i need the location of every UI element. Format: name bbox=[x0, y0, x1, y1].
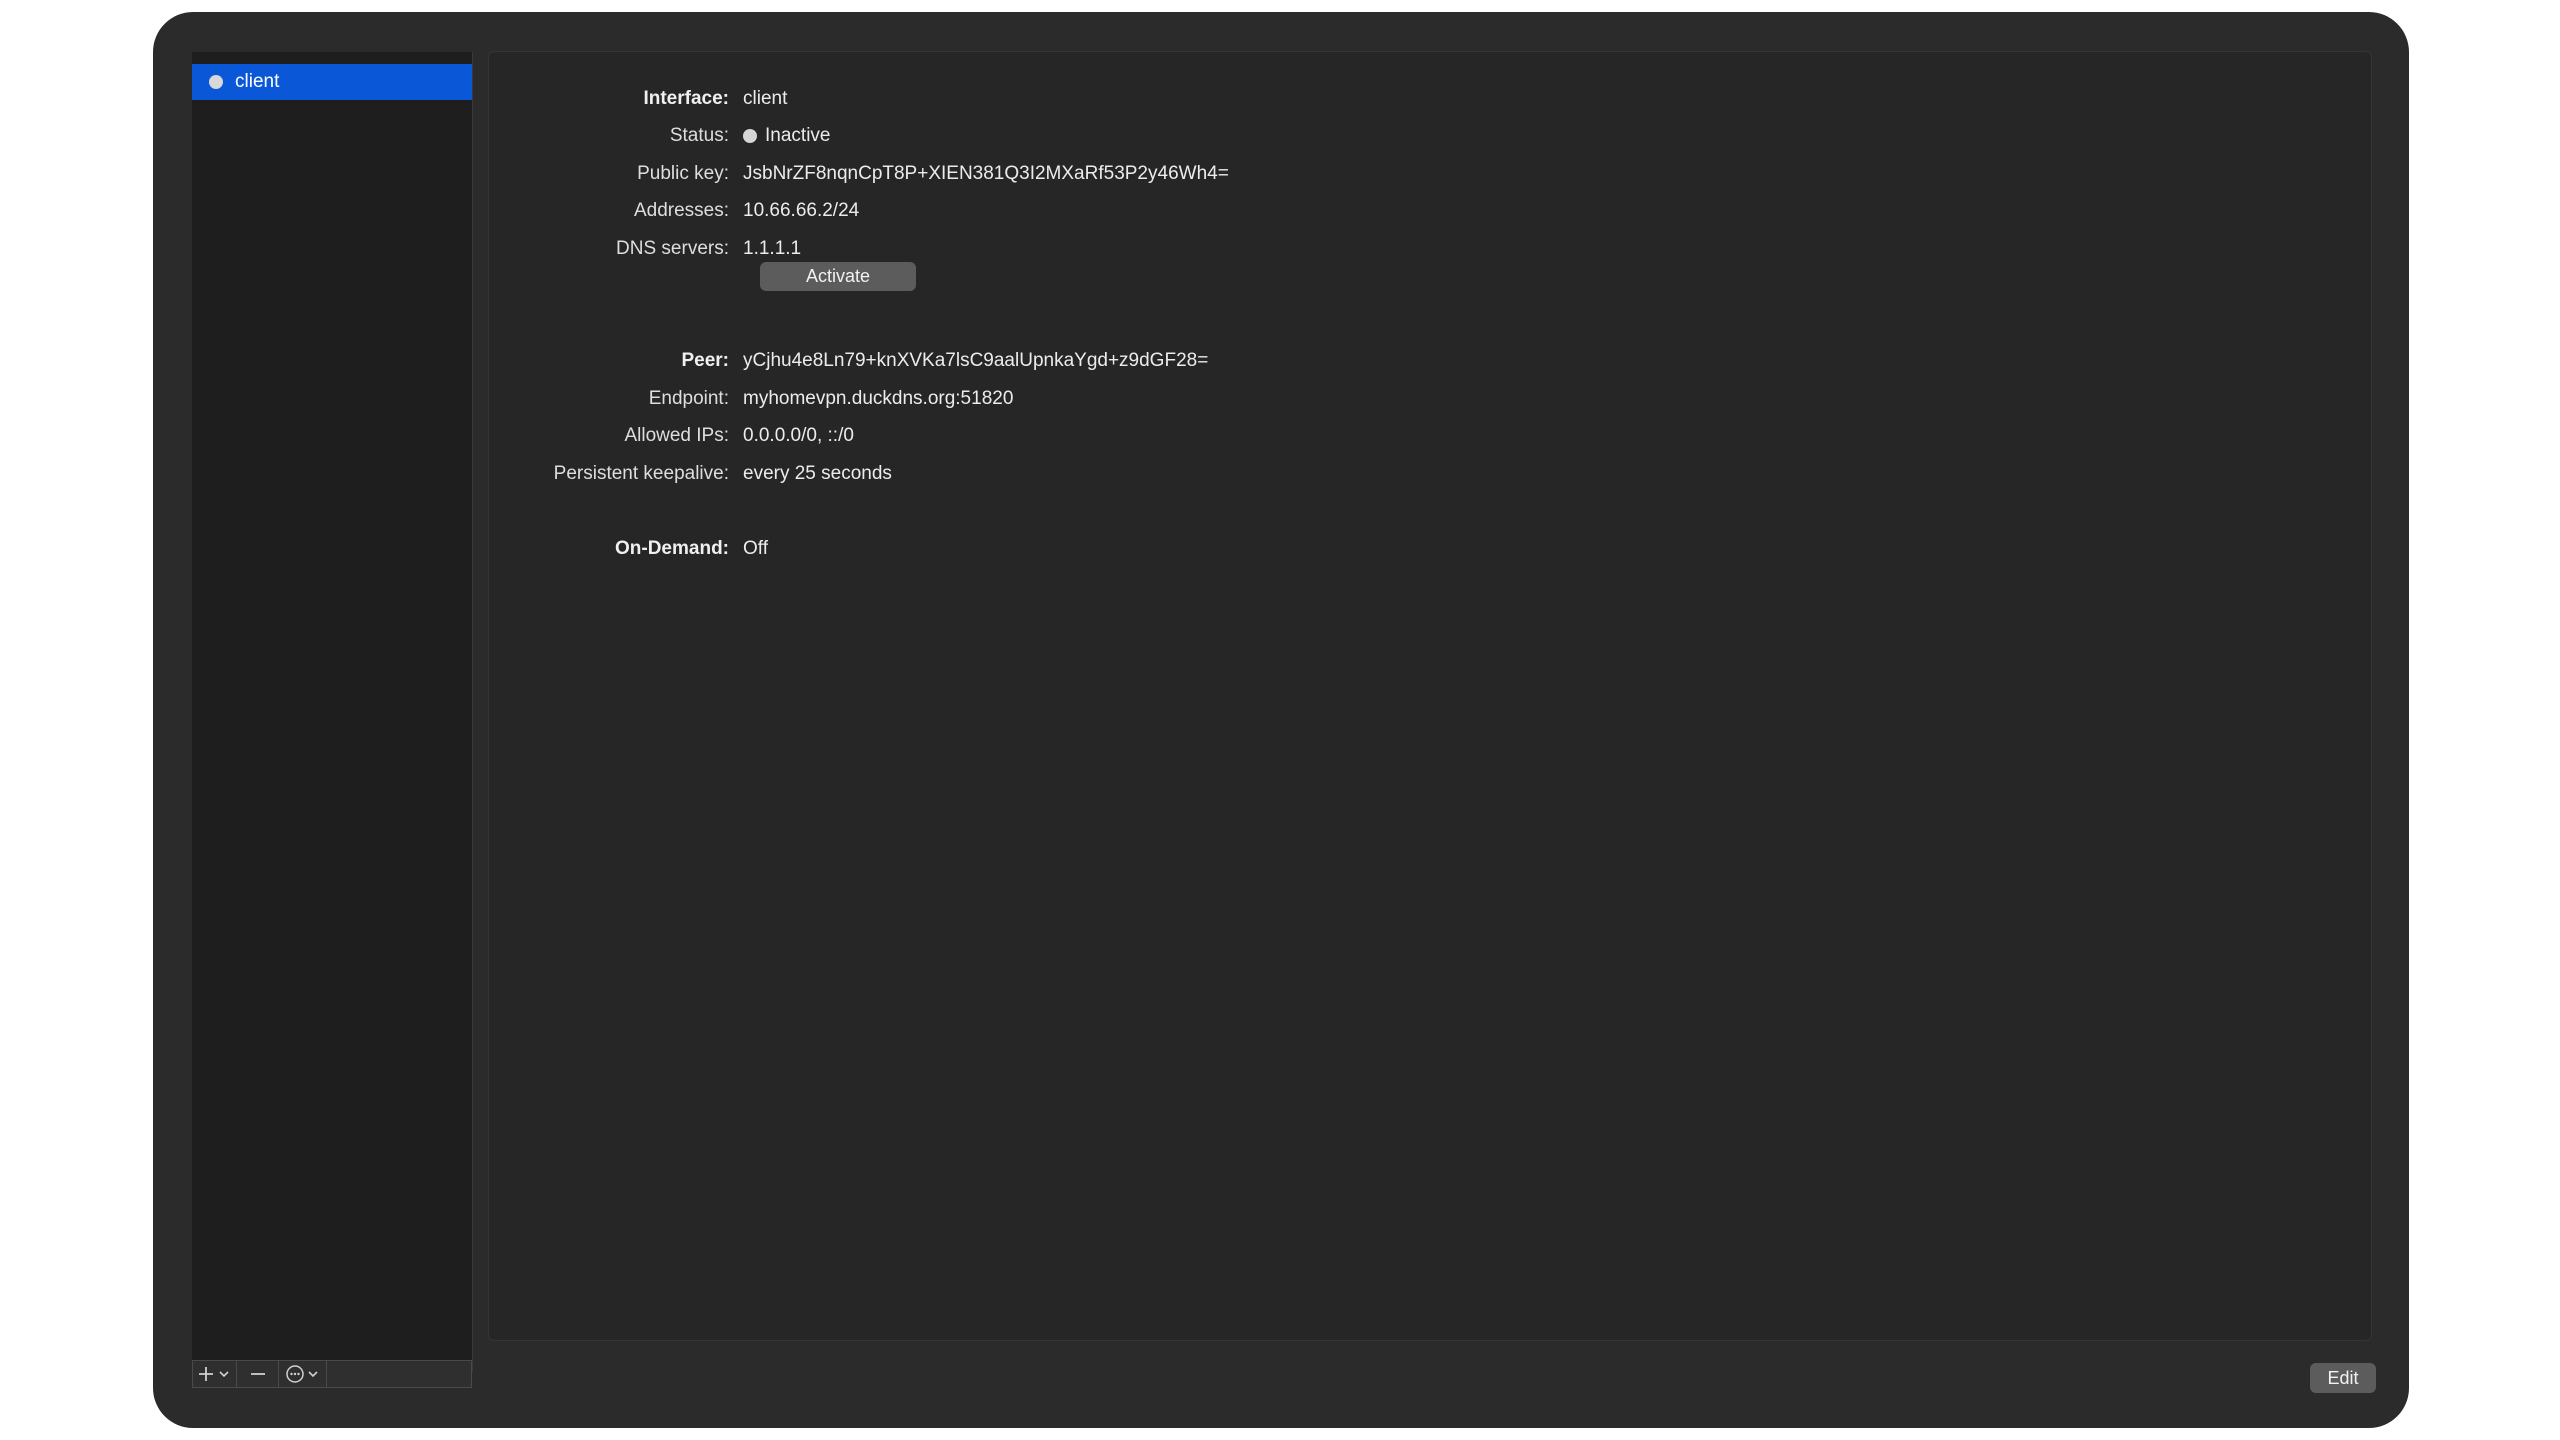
remove-tunnel-button[interactable] bbox=[237, 1360, 279, 1388]
keepalive-row: Persistent keepalive: every 25 seconds bbox=[489, 461, 892, 487]
endpoint-value: myhomevpn.duckdns.org:51820 bbox=[743, 388, 1014, 409]
activate-button[interactable]: Activate bbox=[760, 262, 916, 291]
status-value: Inactive bbox=[765, 125, 831, 146]
public-key-value: JsbNrZF8nqnCpT8P+XIEN381Q3I2MXaRf53P2y46… bbox=[743, 163, 1229, 184]
interface-row: Interface: client bbox=[489, 86, 787, 112]
peer-label: Peer: bbox=[681, 350, 729, 371]
interface-label: Interface: bbox=[643, 88, 729, 109]
status-row: Status: Inactive bbox=[489, 123, 831, 149]
addresses-label: Addresses: bbox=[633, 200, 729, 221]
addresses-value: 10.66.66.2/24 bbox=[743, 200, 860, 221]
status-value-wrap: Inactive bbox=[743, 125, 830, 147]
app-window: client Interface: client Status: Inactiv… bbox=[153, 12, 2409, 1428]
peer-value: yCjhu4e8Ln79+knXVKa7lsC9aalUpnkaYgd+z9dG… bbox=[743, 350, 1209, 371]
endpoint-label: Endpoint: bbox=[648, 388, 729, 409]
sidebar-toolbar bbox=[192, 1360, 472, 1388]
plus-icon bbox=[198, 1367, 229, 1381]
edit-button[interactable]: Edit bbox=[2310, 1363, 2376, 1393]
public-key-row: Public key: JsbNrZF8nqnCpT8P+XIEN381Q3I2… bbox=[489, 161, 1229, 187]
interface-value: client bbox=[743, 88, 788, 109]
endpoint-row: Endpoint: myhomevpn.duckdns.org:51820 bbox=[489, 386, 1014, 412]
tunnel-list-sidebar: client bbox=[192, 52, 473, 1372]
add-tunnel-button[interactable] bbox=[193, 1360, 237, 1388]
on-demand-label: On-Demand: bbox=[615, 538, 729, 559]
tunnel-name: client bbox=[235, 71, 280, 92]
tunnel-detail-panel: Interface: client Status: Inactive Publi… bbox=[488, 51, 2372, 1341]
ellipsis-circle-icon bbox=[285, 1365, 318, 1383]
peer-row: Peer: yCjhu4e8Ln79+knXVKa7lsC9aalUpnkaYg… bbox=[489, 348, 1208, 374]
tunnel-status-dot-icon bbox=[209, 75, 223, 89]
allowed-ips-label: Allowed IPs: bbox=[624, 425, 729, 446]
status-dot-icon bbox=[743, 129, 757, 143]
minus-icon bbox=[250, 1373, 265, 1375]
dns-servers-label: DNS servers: bbox=[616, 238, 729, 259]
addresses-row: Addresses: 10.66.66.2/24 bbox=[489, 198, 859, 224]
keepalive-label: Persistent keepalive: bbox=[553, 463, 729, 484]
tunnel-item-client[interactable]: client bbox=[192, 64, 472, 100]
dns-servers-value: 1.1.1.1 bbox=[743, 238, 802, 259]
action-menu-button[interactable] bbox=[279, 1360, 327, 1388]
on-demand-row: On-Demand: Off bbox=[489, 536, 768, 562]
dns-servers-row: DNS servers: 1.1.1.1 bbox=[489, 236, 801, 262]
allowed-ips-row: Allowed IPs: 0.0.0.0/0, ::/0 bbox=[489, 423, 854, 449]
keepalive-value: every 25 seconds bbox=[743, 463, 892, 484]
status-label: Status: bbox=[669, 125, 729, 146]
public-key-label: Public key: bbox=[637, 163, 729, 184]
allowed-ips-value: 0.0.0.0/0, ::/0 bbox=[743, 425, 854, 446]
on-demand-value: Off bbox=[743, 538, 768, 559]
